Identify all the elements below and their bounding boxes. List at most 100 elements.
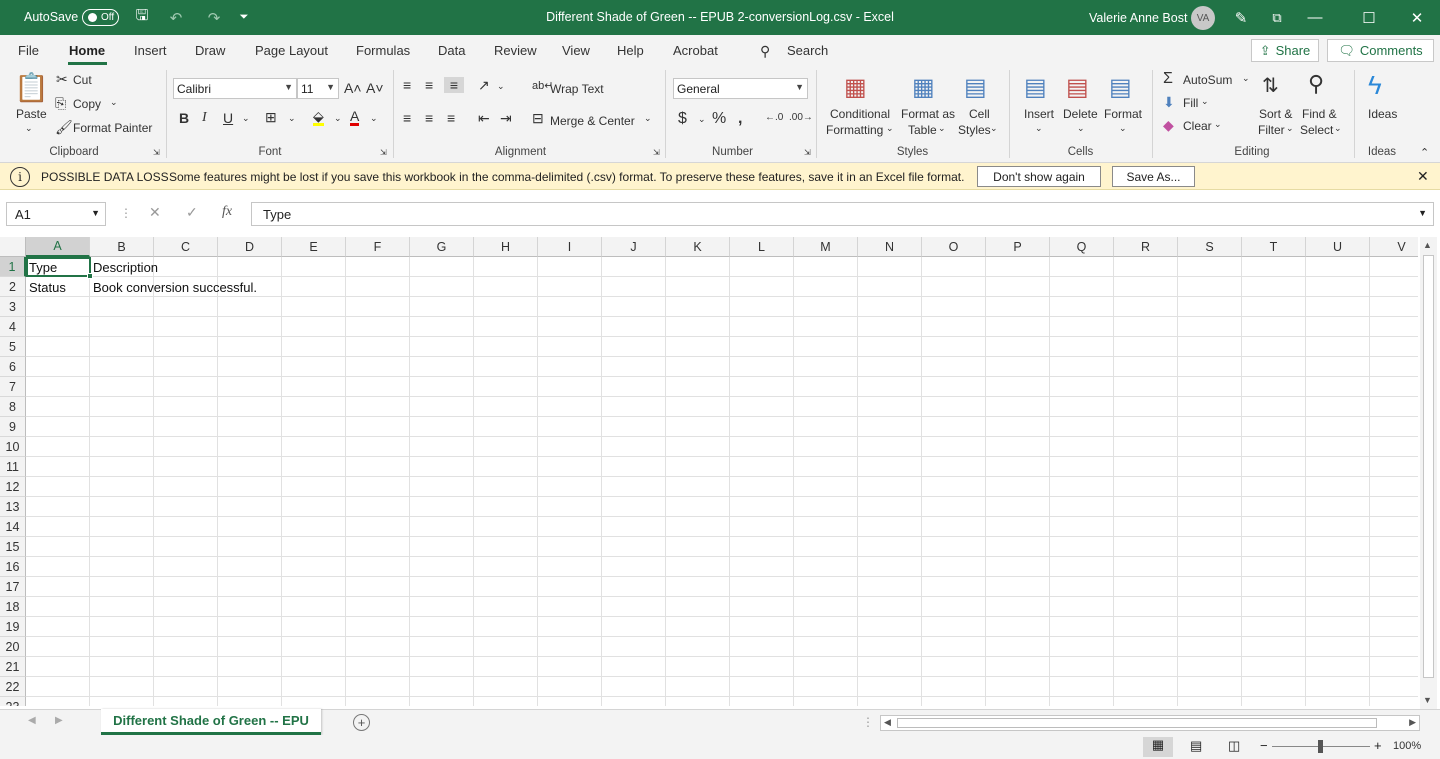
- tab-split-grip-icon[interactable]: ⋮: [862, 715, 874, 729]
- column-header-k[interactable]: K: [666, 237, 730, 257]
- align-center-icon[interactable]: ≡: [425, 110, 433, 126]
- tab-draw[interactable]: Draw: [195, 43, 225, 58]
- ribbon-display-icon[interactable]: ⧉: [1266, 0, 1288, 35]
- copy-dropdown-icon[interactable]: ⌄: [110, 97, 118, 108]
- font-color-icon[interactable]: A: [350, 109, 360, 126]
- column-header-r[interactable]: R: [1114, 237, 1178, 257]
- clear-button[interactable]: Clear: [1183, 119, 1212, 133]
- add-sheet-icon[interactable]: +: [353, 714, 370, 731]
- close-message-icon[interactable]: ✕: [1417, 168, 1429, 185]
- minimize-icon[interactable]: —: [1302, 0, 1328, 35]
- horizontal-scroll-thumb[interactable]: [897, 718, 1377, 728]
- row-header-12[interactable]: 12: [0, 477, 26, 497]
- enter-icon[interactable]: ✓: [186, 204, 198, 221]
- sort-filter-icon[interactable]: ⇅: [1262, 73, 1279, 98]
- zoom-level[interactable]: 100%: [1393, 740, 1421, 752]
- conditional-formatting-label[interactable]: Formatting: [826, 123, 883, 137]
- ideas-icon[interactable]: ϟ: [1368, 70, 1382, 101]
- row-header-23[interactable]: 23: [0, 697, 26, 706]
- column-header-e[interactable]: E: [282, 237, 346, 257]
- column-header-i[interactable]: I: [538, 237, 602, 257]
- column-header-b[interactable]: B: [90, 237, 154, 257]
- formula-bar-grip-icon[interactable]: ⋮: [120, 206, 132, 220]
- percent-icon[interactable]: %: [712, 110, 726, 128]
- delete-cells-icon[interactable]: ▤: [1066, 73, 1089, 102]
- orientation-dropdown-icon[interactable]: ⌄: [497, 81, 505, 92]
- column-header-d[interactable]: D: [218, 237, 282, 257]
- tab-insert[interactable]: Insert: [134, 43, 167, 58]
- merge-center-icon[interactable]: ⊟: [532, 110, 544, 127]
- orientation-icon[interactable]: ↗: [478, 77, 490, 94]
- undo-icon[interactable]: ↶: [162, 0, 190, 35]
- fill-color-dropdown-icon[interactable]: ⌄: [334, 113, 342, 124]
- row-header-6[interactable]: 6: [0, 357, 26, 377]
- fill-dropdown-icon[interactable]: ⌄: [1201, 96, 1209, 107]
- tab-review[interactable]: Review: [494, 43, 537, 58]
- formula-input[interactable]: Type ▼: [251, 202, 1434, 226]
- autosave-toggle[interactable]: Off: [82, 9, 119, 26]
- row-header-2[interactable]: 2: [0, 277, 26, 297]
- copy-icon[interactable]: ⎘: [55, 95, 66, 112]
- format-cells-icon[interactable]: ▤: [1109, 73, 1132, 102]
- format-as-table-button[interactable]: Format as: [901, 107, 955, 121]
- currency-icon[interactable]: $: [678, 110, 687, 128]
- comments-button[interactable]: 🗨 Comments: [1327, 39, 1434, 62]
- align-right-icon[interactable]: ≡: [447, 110, 455, 126]
- borders-icon[interactable]: ⊞: [265, 109, 277, 126]
- underline-dropdown-icon[interactable]: ⌄: [242, 113, 250, 124]
- font-launcher-icon[interactable]: ⇲: [380, 148, 387, 157]
- search-box[interactable]: Search: [787, 43, 828, 58]
- column-header-f[interactable]: F: [346, 237, 410, 257]
- tab-file[interactable]: File: [18, 43, 39, 58]
- dont-show-again-button[interactable]: Don't show again: [977, 166, 1101, 187]
- tab-acrobat[interactable]: Acrobat: [673, 43, 718, 58]
- vertical-scrollbar[interactable]: ▲ ▼: [1420, 237, 1437, 709]
- delete-dropdown-icon[interactable]: ⌄: [1077, 123, 1085, 134]
- italic-icon[interactable]: I: [202, 110, 207, 126]
- clear-dropdown-icon[interactable]: ⌄: [1214, 119, 1222, 130]
- conditional-formatting-button[interactable]: Conditional: [830, 107, 890, 121]
- row-header-8[interactable]: 8: [0, 397, 26, 417]
- cell-styles-label[interactable]: Styles: [958, 123, 991, 137]
- row-header-15[interactable]: 15: [0, 537, 26, 557]
- cut-button[interactable]: Cut: [73, 73, 92, 87]
- copy-button[interactable]: Copy: [73, 97, 101, 111]
- scroll-up-icon[interactable]: ▲: [1423, 240, 1432, 250]
- share-button[interactable]: ⇪ Share: [1251, 39, 1319, 62]
- increase-decimal-icon[interactable]: ←.0: [765, 112, 783, 123]
- ideas-button[interactable]: Ideas: [1368, 107, 1397, 121]
- paste-dropdown-icon[interactable]: ⌄: [25, 123, 33, 134]
- sort-dropdown-icon[interactable]: ⌄: [1286, 123, 1294, 134]
- conditional-formatting-icon[interactable]: ▦: [844, 73, 867, 102]
- column-header-p[interactable]: P: [986, 237, 1050, 257]
- underline-icon[interactable]: U: [223, 110, 233, 126]
- cell-a2[interactable]: Status: [26, 277, 66, 297]
- cell-styles-button[interactable]: Cell: [969, 107, 990, 121]
- select-all-corner[interactable]: [0, 237, 26, 257]
- redo-icon[interactable]: ↷: [200, 0, 228, 35]
- format-painter-icon[interactable]: 🖌: [55, 119, 73, 136]
- row-header-7[interactable]: 7: [0, 377, 26, 397]
- scroll-left-icon[interactable]: ◀: [884, 717, 891, 728]
- insert-cells-button[interactable]: Insert: [1024, 107, 1054, 121]
- column-header-o[interactable]: O: [922, 237, 986, 257]
- column-header-a[interactable]: A: [26, 237, 90, 257]
- merge-dropdown-icon[interactable]: ⌄: [644, 113, 652, 124]
- find-select-button[interactable]: Find &: [1302, 107, 1337, 121]
- sort-filter-button[interactable]: Sort &: [1259, 107, 1292, 121]
- row-header-16[interactable]: 16: [0, 557, 26, 577]
- tab-data[interactable]: Data: [438, 43, 465, 58]
- column-header-v[interactable]: V: [1370, 237, 1418, 257]
- row-header-10[interactable]: 10: [0, 437, 26, 457]
- column-header-s[interactable]: S: [1178, 237, 1242, 257]
- alignment-launcher-icon[interactable]: ⇲: [653, 148, 660, 157]
- autosum-icon[interactable]: Σ: [1163, 70, 1173, 88]
- format-dropdown-icon[interactable]: ⌄: [1119, 123, 1127, 134]
- currency-dropdown-icon[interactable]: ⌄: [698, 114, 706, 125]
- align-bottom-icon[interactable]: ≡: [444, 77, 464, 93]
- tab-view[interactable]: View: [562, 43, 590, 58]
- paste-icon[interactable]: 📋: [14, 71, 49, 104]
- format-as-table-label[interactable]: Table: [908, 123, 937, 137]
- fill-color-icon[interactable]: ⬙: [313, 109, 324, 126]
- increase-indent-icon[interactable]: ⇥: [500, 110, 512, 127]
